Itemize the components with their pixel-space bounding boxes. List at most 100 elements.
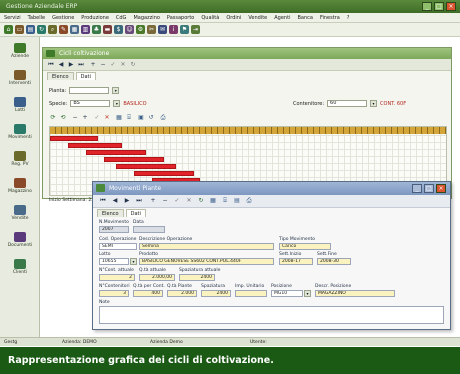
menu-help[interactable]: ? — [347, 15, 350, 21]
refresh-icon[interactable]: ⟳ — [49, 114, 57, 122]
cod-operazione-field[interactable]: SEMI — [99, 243, 137, 250]
last-record-icon[interactable]: ⏭ — [77, 61, 85, 69]
calendar-icon[interactable]: ▦ — [209, 197, 217, 205]
pianta-input[interactable] — [69, 87, 110, 94]
pianta-dropdown-icon[interactable]: ▾ — [112, 87, 120, 94]
sett-fine-field[interactable]: 2008-30 — [317, 258, 351, 265]
menu-magazzino[interactable]: Magazzino — [133, 15, 159, 21]
sidebar-item-magazzino[interactable]: Magazzino — [2, 178, 38, 194]
add-icon[interactable]: + — [149, 197, 157, 205]
gantt-cycle-bar[interactable] — [68, 143, 122, 148]
confirm-icon[interactable]: ✓ — [173, 197, 181, 205]
menu-ordini[interactable]: Ordini — [226, 15, 241, 21]
filter-icon[interactable]: ⌸ — [125, 114, 133, 122]
prev-record-icon[interactable]: ◀ — [57, 61, 65, 69]
maximize-button[interactable]: □ — [434, 2, 444, 11]
cancel-icon[interactable]: ✕ — [119, 61, 127, 69]
tab-elenco[interactable]: Elenco — [97, 209, 124, 217]
prev-record-icon[interactable]: ◀ — [111, 197, 119, 205]
menu-qualita[interactable]: Qualità — [201, 15, 219, 21]
specie-input[interactable]: BS — [70, 100, 111, 107]
refresh-icon[interactable]: ↻ — [129, 61, 137, 69]
minimize-button[interactable]: _ — [422, 2, 432, 11]
gantt-cycle-bar[interactable] — [116, 164, 176, 169]
money-icon[interactable]: $ — [114, 25, 123, 34]
gantt-cycle-bar[interactable] — [86, 150, 146, 155]
menu-servizi[interactable]: Servizi — [4, 15, 21, 21]
sidebar-item-interventi[interactable]: Interventi — [2, 70, 38, 86]
truck-icon[interactable]: ▬ — [103, 25, 112, 34]
first-record-icon[interactable]: ⏮ — [47, 61, 55, 69]
refresh-icon[interactable]: ↻ — [197, 197, 205, 205]
menu-banca[interactable]: Banca — [297, 15, 312, 21]
users-icon[interactable]: ☺ — [125, 25, 134, 34]
confirm-icon[interactable]: ✓ — [93, 114, 101, 122]
filter-icon[interactable]: ⌸ — [221, 197, 229, 205]
mail-icon[interactable]: ✉ — [158, 25, 167, 34]
note-textarea[interactable] — [99, 306, 444, 324]
exit-icon[interactable]: ⇥ — [191, 25, 200, 34]
minimize-button[interactable]: _ — [412, 184, 422, 193]
next-record-icon[interactable]: ▶ — [123, 197, 131, 205]
close-button[interactable]: × — [436, 184, 446, 193]
spaziatura-field[interactable]: 2400 — [201, 290, 231, 297]
qta-cont-field[interactable]: 400 — [133, 290, 163, 297]
descr-operazione-field[interactable]: Semina — [139, 243, 274, 250]
refresh-icon[interactable]: ↻ — [37, 25, 46, 34]
gantt-cycle-bar[interactable] — [50, 136, 98, 141]
contenitore-input[interactable]: 60 — [327, 100, 368, 107]
data-field[interactable] — [133, 226, 165, 233]
folder-icon[interactable]: ▭ — [15, 25, 24, 34]
cancel-icon[interactable]: ✕ — [103, 114, 111, 122]
lotto-dropdown-icon[interactable]: ▾ — [130, 258, 137, 265]
confirm-icon[interactable]: ✓ — [109, 61, 117, 69]
n-contenitori-field[interactable]: 3 — [99, 290, 129, 297]
maximize-button[interactable]: □ — [424, 184, 434, 193]
menu-tabelle[interactable]: Tabelle — [28, 15, 45, 21]
chart-icon[interactable]: ▥ — [81, 25, 90, 34]
specie-dropdown-icon[interactable]: ▾ — [113, 100, 121, 107]
settings-icon[interactable]: ⚙ — [136, 25, 145, 34]
prodotto-field[interactable]: BASILICO GENOVESE SS602 CONT.POL.440F — [139, 258, 274, 265]
descr-posizione-field[interactable]: MAGAZZINO — [315, 290, 395, 297]
imp-unitario-field[interactable] — [235, 290, 267, 297]
sidebar-item-vendite[interactable]: Vendite — [2, 205, 38, 221]
tab-dati[interactable]: Dati — [75, 72, 96, 80]
menu-gestione[interactable]: Gestione — [52, 15, 74, 21]
delete-icon[interactable]: − — [99, 61, 107, 69]
menu-vendite[interactable]: Vendite — [248, 15, 267, 21]
close-button[interactable]: × — [446, 2, 456, 11]
next-record-icon[interactable]: ▶ — [67, 61, 75, 69]
tools-icon[interactable]: ✂ — [147, 25, 156, 34]
export-icon[interactable]: ↺ — [147, 114, 155, 122]
posizione-field[interactable]: MG10 — [271, 290, 303, 297]
edit-icon[interactable]: ✎ — [59, 25, 68, 34]
menu-passaporto[interactable]: Passaporto — [167, 15, 194, 21]
plant-icon[interactable]: ♣ — [92, 25, 101, 34]
search-icon[interactable]: ⌕ — [48, 25, 57, 34]
undo-icon[interactable]: ⟲ — [59, 114, 67, 122]
contenitore-dropdown-icon[interactable]: ▾ — [370, 100, 378, 107]
gantt-cycle-bar[interactable] — [104, 157, 164, 162]
tab-elenco[interactable]: Elenco — [47, 72, 74, 80]
sett-inizio-field[interactable]: 2008-17 — [279, 258, 313, 265]
qta-piante-field[interactable]: 2.000 — [167, 290, 197, 297]
posizione-dropdown-icon[interactable]: ▾ — [304, 290, 311, 297]
add-icon[interactable]: + — [89, 61, 97, 69]
menu-finestra[interactable]: Finestra — [320, 15, 340, 21]
add-icon[interactable]: + — [81, 114, 89, 122]
last-record-icon[interactable]: ⏭ — [135, 197, 143, 205]
info-icon[interactable]: i — [169, 25, 178, 34]
sidebar-item-documenti[interactable]: Documenti — [2, 232, 38, 248]
home-icon[interactable]: ⌂ — [4, 25, 13, 34]
sidebar-item-movimenti[interactable]: Movimenti — [2, 124, 38, 140]
sidebar-item-clienti[interactable]: Clienti — [2, 259, 38, 275]
grid-icon[interactable]: ▦ — [115, 114, 123, 122]
sidebar-item-lotti[interactable]: Lotti — [2, 97, 38, 113]
grid-icon[interactable]: ▤ — [233, 197, 241, 205]
remove-icon[interactable]: − — [71, 114, 79, 122]
gantt-cycle-bar[interactable] — [134, 171, 194, 176]
calendar-icon[interactable]: ▦ — [70, 25, 79, 34]
menu-produzione[interactable]: Produzione — [81, 15, 109, 21]
print-icon[interactable]: ▤ — [26, 25, 35, 34]
